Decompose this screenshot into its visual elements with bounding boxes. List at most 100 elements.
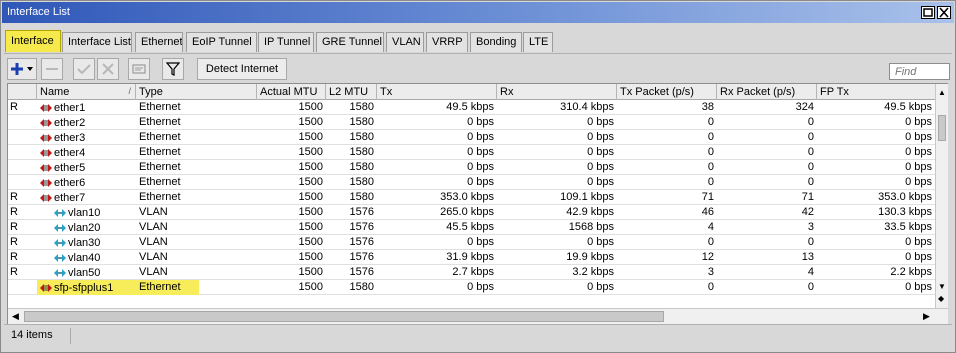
tab-vlan[interactable]: VLAN bbox=[386, 32, 424, 52]
horizontal-scroll-thumb[interactable] bbox=[24, 311, 664, 322]
checkmark-icon bbox=[77, 64, 91, 75]
title-bar[interactable]: Interface List bbox=[2, 2, 954, 23]
l2-mtu-cell: 1576 bbox=[349, 236, 374, 248]
find-input[interactable] bbox=[889, 63, 950, 80]
interface-name: sfp-sfpplus1 bbox=[54, 282, 114, 294]
enable-button[interactable] bbox=[73, 58, 95, 80]
column-tx-packet[interactable]: Tx Packet (p/s) bbox=[617, 84, 717, 100]
column-actual-mtu[interactable]: Actual MTU bbox=[257, 84, 326, 100]
filter-button[interactable] bbox=[162, 58, 184, 80]
vertical-scrollbar[interactable]: ▲ ▼ ◆ bbox=[935, 84, 948, 308]
rx-cell: 0 bps bbox=[587, 236, 614, 248]
l2-mtu-cell: 1580 bbox=[349, 281, 374, 293]
column-rx[interactable]: Rx bbox=[497, 84, 617, 100]
table-row[interactable]: Rvlan20 VLAN 1500 1576 45.5 kbps 1568 bps 4 3 33… bbox=[8, 220, 935, 235]
comment-button[interactable] bbox=[128, 58, 150, 80]
add-button[interactable] bbox=[7, 58, 37, 80]
table-row[interactable]: ether6 Ethernet 1500 1580 0 bps 0 bps 0 0 0 bps bbox=[8, 175, 935, 190]
tx-packet-cell: 46 bbox=[701, 206, 714, 218]
table-row[interactable]: Rvlan30 VLAN 1500 1576 0 bps 0 bps 0 0 0 bps bbox=[8, 235, 935, 250]
table-row[interactable]: Rvlan10 VLAN 1500 1576 265.0 kbps 42.9 kbps 46… bbox=[8, 205, 935, 220]
tx-packet-cell: 71 bbox=[701, 191, 714, 203]
l2-mtu-cell: 1580 bbox=[349, 116, 374, 128]
rx-packet-cell: 0 bbox=[807, 176, 814, 188]
tab-eoip-tunnel[interactable]: EoIP Tunnel bbox=[186, 32, 257, 52]
table-row[interactable]: sfp-sfpplus1 Ethernet 1500 1580 0 bps 0 bps 0 0… bbox=[8, 280, 935, 295]
tab-interface-list[interactable]: Interface List bbox=[62, 32, 132, 52]
name-cell: ether2 bbox=[37, 115, 136, 130]
tab-ethernet[interactable]: Ethernet bbox=[135, 32, 183, 52]
ethernet-icon bbox=[40, 164, 52, 172]
flag-cell bbox=[8, 160, 37, 175]
close-button[interactable] bbox=[937, 6, 951, 19]
rx-packet-cell: 4 bbox=[807, 266, 814, 278]
table-row[interactable]: Rether1 Ethernet 1500 1580 49.5 kbps 310.4 kb… bbox=[8, 100, 935, 115]
disable-button[interactable] bbox=[97, 58, 119, 80]
column-l2-mtu[interactable]: L2 MTU bbox=[326, 84, 377, 100]
vertical-scroll-thumb[interactable] bbox=[938, 115, 946, 141]
column-rx-packet[interactable]: Rx Packet (p/s) bbox=[717, 84, 817, 100]
tx-cell: 0 bps bbox=[467, 116, 494, 128]
column-type[interactable]: Type bbox=[136, 84, 257, 100]
tab-ip-tunnel[interactable]: IP Tunnel bbox=[258, 32, 314, 52]
tab-gre-tunnel[interactable]: GRE Tunnel bbox=[316, 32, 384, 52]
name-cell: vlan20 bbox=[37, 220, 136, 235]
flag-cell bbox=[8, 115, 37, 130]
column-flags[interactable] bbox=[8, 84, 37, 100]
tab-lte[interactable]: LTE bbox=[523, 32, 553, 52]
column-name[interactable]: Name / bbox=[37, 84, 136, 100]
filter-icon bbox=[166, 62, 180, 76]
table-row[interactable]: ether3 Ethernet 1500 1580 0 bps 0 bps 0 0 0 bps bbox=[8, 130, 935, 145]
interface-name: ether6 bbox=[54, 177, 86, 189]
scroll-down-icon[interactable]: ▼ bbox=[938, 282, 946, 291]
tx-packet-cell: 0 bbox=[707, 146, 714, 158]
l2-mtu-cell: 1576 bbox=[349, 206, 374, 218]
tab-bonding[interactable]: Bonding bbox=[470, 32, 522, 52]
tab-vrrp[interactable]: VRRP bbox=[426, 32, 468, 52]
rx-packet-cell: 0 bbox=[807, 236, 814, 248]
flag-cell: R bbox=[10, 221, 18, 233]
actual-mtu-cell: 1500 bbox=[298, 116, 323, 128]
table-row[interactable]: Rether7 Ethernet 1500 1580 353.0 kbps 109.1 k… bbox=[8, 190, 935, 205]
rx-packet-cell: 0 bbox=[807, 281, 814, 293]
detect-internet-button[interactable]: Detect Internet bbox=[197, 58, 287, 80]
fp-tx-cell: 130.3 kbps bbox=[878, 206, 932, 218]
column-fp-tx[interactable]: FP Tx bbox=[817, 84, 935, 100]
tx-packet-cell: 0 bbox=[707, 236, 714, 248]
ethernet-icon bbox=[40, 284, 52, 292]
table-row[interactable]: ether4 Ethernet 1500 1580 0 bps 0 bps 0 0 0 bps bbox=[8, 145, 935, 160]
scroll-more-icon[interactable]: ◆ bbox=[938, 294, 944, 303]
table-row[interactable]: ether5 Ethernet 1500 1580 0 bps 0 bps 0 0 0 bps bbox=[8, 160, 935, 175]
scroll-up-icon[interactable]: ▲ bbox=[938, 88, 946, 97]
flag-cell bbox=[8, 145, 37, 160]
vlan-icon bbox=[54, 224, 66, 232]
interface-name: ether7 bbox=[54, 192, 86, 204]
interface-name: ether5 bbox=[54, 162, 86, 174]
horizontal-scrollbar[interactable]: ◀ ▶ bbox=[8, 308, 948, 324]
restore-button[interactable] bbox=[921, 6, 935, 19]
table-row[interactable]: Rvlan50 VLAN 1500 1576 2.7 kbps 3.2 kbps 3 4 2.2… bbox=[8, 265, 935, 280]
name-cell: vlan40 bbox=[37, 250, 136, 265]
fp-tx-cell: 33.5 kbps bbox=[884, 221, 932, 233]
l2-mtu-cell: 1580 bbox=[349, 161, 374, 173]
tx-packet-cell: 3 bbox=[707, 266, 714, 278]
type-cell: Ethernet bbox=[139, 191, 181, 203]
tx-packet-cell: 12 bbox=[701, 251, 714, 263]
scroll-left-icon[interactable]: ◀ bbox=[12, 311, 19, 322]
rx-packet-cell: 0 bbox=[807, 131, 814, 143]
interface-name: vlan50 bbox=[68, 267, 101, 279]
tx-cell: 265.0 kbps bbox=[440, 206, 494, 218]
table-row[interactable]: ether2 Ethernet 1500 1580 0 bps 0 bps 0 0 0 bps bbox=[8, 115, 935, 130]
scroll-right-icon[interactable]: ▶ bbox=[923, 311, 930, 322]
tab-interface[interactable]: Interface bbox=[5, 30, 61, 52]
l2-mtu-cell: 1580 bbox=[349, 176, 374, 188]
table-row[interactable]: Rvlan40 VLAN 1500 1576 31.9 kbps 19.9 kbps 12 1… bbox=[8, 250, 935, 265]
vlan-icon bbox=[54, 239, 66, 247]
comment-icon bbox=[132, 64, 146, 74]
fp-tx-cell: 49.5 kbps bbox=[884, 101, 932, 113]
remove-button[interactable] bbox=[41, 58, 63, 80]
rx-cell: 109.1 kbps bbox=[560, 191, 614, 203]
ethernet-icon bbox=[40, 194, 52, 202]
column-tx[interactable]: Tx bbox=[377, 84, 497, 100]
flag-cell: R bbox=[10, 191, 18, 203]
